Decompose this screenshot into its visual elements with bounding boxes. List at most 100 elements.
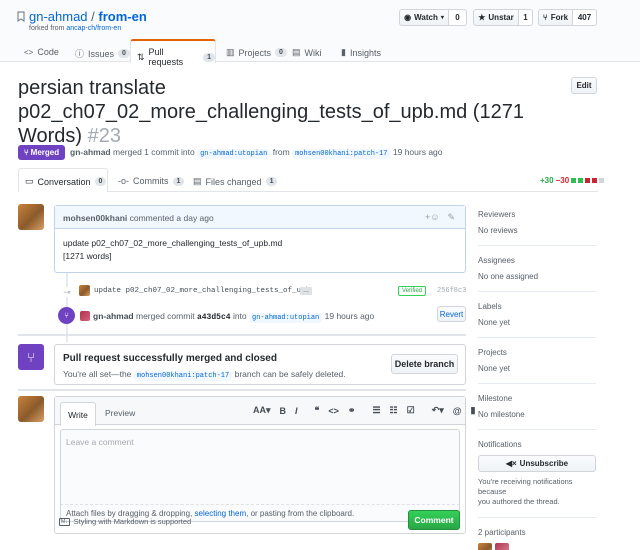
editor-toolbar: AA▾ B I ❝ <> ⚭ ☰ ☷ ☑ ↶▾ @ ▮ bbox=[253, 405, 475, 416]
notifications-heading: Notifications bbox=[478, 440, 522, 449]
comment-body: update p02_ch07_02_more_challenging_test… bbox=[63, 238, 283, 261]
merge-author-link[interactable]: gn-ahmad bbox=[93, 311, 134, 321]
head-branch: mohsen00khani:patch-17 bbox=[292, 149, 391, 159]
tab-pull-requests[interactable]: ⇅ Pull requests 1 bbox=[130, 39, 216, 67]
pr-title: persian translate p02_ch07_02_more_chall… bbox=[18, 77, 524, 147]
issue-icon: ⓘ bbox=[75, 49, 85, 59]
delete-branch-button[interactable]: Delete branch bbox=[391, 354, 458, 374]
merge-sha-link[interactable]: a43d5c4 bbox=[197, 313, 231, 322]
mention-icon[interactable]: @ bbox=[453, 406, 462, 416]
base-branch: gn-ahmad:utopian bbox=[197, 149, 271, 159]
commit-message-link[interactable]: update p02_ch07_02_more_challenging_test… bbox=[94, 287, 310, 295]
code-icon[interactable]: <> bbox=[328, 406, 339, 416]
pr-author-link[interactable]: gn-ahmad bbox=[70, 147, 111, 157]
milestone-heading[interactable]: Milestone bbox=[478, 394, 596, 403]
fork-count[interactable]: 407 bbox=[573, 9, 597, 26]
comment-submit-button[interactable]: Comment bbox=[408, 510, 460, 530]
file-diff-icon: ▤ bbox=[193, 176, 202, 186]
book-icon: ▤ bbox=[292, 47, 301, 57]
pull-request-icon: ⇅ bbox=[137, 51, 145, 62]
participants-heading: 2 participants bbox=[478, 528, 526, 537]
comment-icon: ▭ bbox=[25, 176, 34, 186]
diffstat-block bbox=[599, 178, 605, 183]
quote-icon[interactable]: ❝ bbox=[315, 405, 320, 416]
italic-button[interactable]: I bbox=[295, 406, 298, 416]
fork-icon: ⑂ bbox=[542, 13, 548, 22]
merged-status-box: Pull request successfully merged and clo… bbox=[54, 344, 466, 385]
verified-badge[interactable]: Verified bbox=[398, 286, 427, 296]
tab-issues[interactable]: ⓘ Issues 0 bbox=[75, 47, 130, 60]
avatar[interactable] bbox=[18, 204, 44, 230]
graph-icon: ▮ bbox=[341, 47, 346, 57]
repo-path: gn-ahmad / from-en bbox=[29, 9, 147, 24]
avatar bbox=[18, 396, 44, 422]
avatar[interactable] bbox=[79, 285, 90, 296]
tab-insights[interactable]: ▮ Insights bbox=[341, 47, 381, 58]
commit-sha-link[interactable]: 256f8c3 bbox=[437, 287, 466, 295]
numbered-list-icon[interactable]: ☷ bbox=[390, 405, 398, 416]
tab-write[interactable]: Write bbox=[60, 402, 96, 426]
diffstat-block bbox=[578, 178, 584, 183]
comment-header: mohsen00khani commented a day ago bbox=[55, 206, 465, 229]
comment-editor: Write Preview AA▾ B I ❝ <> ⚭ ☰ ☷ ☑ ↶▾ @ … bbox=[54, 396, 475, 534]
select-files-link[interactable]: selecting them bbox=[195, 509, 247, 518]
reviewers-heading[interactable]: Reviewers bbox=[478, 210, 596, 219]
merge-icon: ⑂ bbox=[23, 148, 29, 157]
tab-conversation[interactable]: ▭ Conversation 0 bbox=[18, 168, 108, 192]
edit-icon[interactable]: ✎ bbox=[447, 212, 455, 223]
merged-badge: ⑂ Merged bbox=[18, 145, 65, 160]
bullet-list-icon[interactable]: ☰ bbox=[372, 405, 380, 416]
add-reaction-icon[interactable]: +☺ bbox=[425, 212, 439, 223]
markdown-note: M↓ Styling with Markdown is supported bbox=[59, 517, 192, 526]
reply-icon[interactable]: ↶▾ bbox=[432, 405, 444, 416]
comment-author-link[interactable]: mohsen00khani bbox=[63, 213, 127, 223]
commit-icon: ⊸ bbox=[62, 286, 72, 297]
repo-owner-link[interactable]: gn-ahmad bbox=[29, 9, 88, 24]
star-icon: ★ bbox=[478, 13, 486, 22]
markdown-icon: M↓ bbox=[59, 517, 70, 526]
comment-textarea[interactable]: Leave a comment bbox=[60, 429, 460, 505]
task-list-icon[interactable]: ☑ bbox=[407, 405, 415, 416]
heading-button[interactable]: AA▾ bbox=[253, 405, 271, 416]
assignees-heading[interactable]: Assignees bbox=[478, 256, 596, 265]
forked-from-link[interactable]: ancap-ch/from-en bbox=[66, 25, 121, 32]
tab-preview[interactable]: Preview bbox=[105, 408, 135, 418]
revert-button[interactable]: Revert bbox=[437, 306, 466, 322]
repo-name-link[interactable]: from-en bbox=[98, 9, 146, 24]
star-count[interactable]: 1 bbox=[519, 9, 533, 26]
projects-heading[interactable]: Projects bbox=[478, 348, 596, 357]
eye-icon: ◉ bbox=[404, 13, 412, 22]
avatar[interactable] bbox=[478, 543, 492, 550]
sidebar: Reviewers No reviews Assignees No one as… bbox=[478, 210, 596, 550]
fork-button[interactable]: ⑂ Fork bbox=[538, 9, 573, 26]
tab-wiki[interactable]: ▤ Wiki bbox=[292, 47, 322, 58]
unstar-button[interactable]: ★ Unstar bbox=[473, 9, 519, 26]
repo-icon bbox=[17, 11, 26, 22]
project-icon: ▥ bbox=[226, 47, 235, 57]
avatar[interactable] bbox=[80, 311, 90, 321]
unsubscribe-button[interactable]: ◀× Unsubscribe bbox=[478, 455, 596, 472]
labels-heading[interactable]: Labels bbox=[478, 302, 596, 311]
diffstat-block bbox=[592, 178, 598, 183]
merge-event-icon: ⑂ bbox=[58, 307, 75, 324]
bold-button[interactable]: B bbox=[280, 406, 287, 416]
watch-button[interactable]: ◉ Watch ▾ bbox=[399, 9, 449, 26]
code-icon: <> bbox=[24, 47, 34, 57]
watch-count[interactable]: 0 bbox=[449, 9, 467, 26]
deletable-branch: mohsen00khani:patch-17 bbox=[133, 371, 233, 381]
tab-projects[interactable]: ▥ Projects 0 bbox=[226, 47, 287, 58]
tab-code[interactable]: <> Code bbox=[24, 47, 59, 57]
commit-icon: -o- bbox=[118, 176, 129, 186]
participants-list bbox=[478, 543, 596, 550]
diffstat-block bbox=[585, 178, 591, 183]
edit-title-button[interactable]: Edit bbox=[571, 77, 597, 94]
avatar[interactable] bbox=[495, 543, 509, 550]
pr-meta: gn-ahmad merged 1 commit into gn-ahmad:u… bbox=[70, 147, 443, 159]
merge-branch: gn-ahmad:utopian bbox=[249, 313, 323, 323]
tab-commits[interactable]: -o- Commits 1 bbox=[118, 176, 185, 186]
commit-expand-button[interactable]: … bbox=[300, 287, 312, 295]
merge-icon: ⑂ bbox=[18, 344, 44, 370]
bookmark-icon[interactable]: ▮ bbox=[471, 405, 476, 416]
link-icon[interactable]: ⚭ bbox=[348, 405, 356, 416]
tab-files-changed[interactable]: ▤ Files changed 1 bbox=[193, 176, 278, 187]
